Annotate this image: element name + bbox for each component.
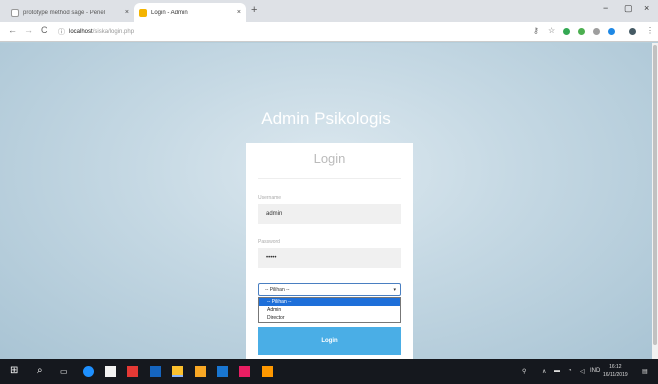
extension-circle-icon[interactable]	[578, 28, 585, 35]
browser-tab-prototype[interactable]: prototype method sage - Penel ×	[6, 3, 134, 22]
username-label: Username	[258, 195, 282, 201]
app-red-icon[interactable]	[127, 366, 138, 377]
role-options-list: -- Pilihan -- Admin Director	[258, 297, 401, 323]
page-scrollbar[interactable]	[652, 43, 658, 359]
extension-green-icon[interactable]	[563, 28, 570, 35]
forward-button[interactable]: →	[24, 25, 33, 35]
tab-close-icon[interactable]: ×	[125, 9, 129, 16]
url-host: localhost	[69, 29, 93, 35]
browser-tab-login[interactable]: Login - Admin ×	[134, 3, 246, 22]
extension-blue-icon[interactable]	[608, 28, 615, 35]
login-card-title: Login	[313, 151, 346, 166]
page-background: Admin Psikologis Login Username admin Pa…	[0, 43, 652, 359]
role-option-admin[interactable]: Admin	[259, 306, 400, 314]
login-button[interactable]: Login	[258, 327, 401, 355]
profile-avatar-icon[interactable]	[629, 28, 636, 35]
volume-icon[interactable]: ◁	[580, 368, 585, 375]
edge-browser-icon[interactable]	[83, 366, 94, 377]
people-icon[interactable]: ⚲	[522, 368, 526, 375]
card-divider	[258, 178, 401, 179]
address-bar[interactable]: ⓘ localhost /siska/login.php	[58, 25, 463, 39]
language-indicator[interactable]: IND	[590, 368, 600, 374]
new-tab-button[interactable]: +	[251, 4, 257, 16]
page-title: Admin Psikologis	[261, 109, 391, 128]
app-orange-icon[interactable]	[262, 366, 273, 377]
clock-date: 16/11/2019	[603, 372, 628, 378]
tab-title: prototype method sage - Penel	[23, 9, 106, 16]
task-view-icon[interactable]: ▭	[60, 367, 68, 376]
windows-start-icon[interactable]: ⊞	[10, 365, 18, 376]
username-field[interactable]: admin	[258, 204, 401, 224]
page-favicon-icon	[139, 8, 147, 17]
scrollbar-thumb[interactable]	[653, 45, 657, 345]
close-window-button[interactable]: ×	[644, 3, 649, 13]
role-option-director[interactable]: Director	[259, 314, 400, 322]
key-icon[interactable]: ⚷	[533, 26, 539, 35]
chrome-icon[interactable]	[172, 366, 183, 377]
reload-button[interactable]: C	[41, 25, 48, 35]
clock-time: 16:12	[609, 364, 622, 370]
tab-close-icon[interactable]: ×	[237, 9, 241, 16]
role-select-value: -- Pilihan --	[265, 286, 290, 293]
file-explorer-icon[interactable]	[195, 366, 206, 377]
tab-title: Login - Admin	[151, 9, 188, 16]
show-hidden-icons-icon[interactable]: ∧	[542, 368, 546, 375]
maximize-button[interactable]: ▢	[624, 3, 633, 14]
url-path: /siska/login.php	[92, 29, 135, 35]
site-info-icon[interactable]: ⓘ	[58, 27, 65, 37]
browser-toolbar: ← → C ⓘ localhost /siska/login.php ⚷ ☆ ⋮	[0, 22, 658, 42]
role-select[interactable]: -- Pilihan -- ▾	[258, 283, 401, 296]
role-option-placeholder[interactable]: -- Pilihan --	[259, 298, 400, 306]
password-label: Password	[258, 239, 280, 245]
extension-gray-icon[interactable]	[593, 28, 600, 35]
google-favicon-icon	[11, 8, 19, 17]
app-blue-icon[interactable]	[150, 366, 161, 377]
taskbar-clock[interactable]: 16:12 16/11/2019	[603, 363, 628, 379]
notifications-icon[interactable]: ▤	[642, 368, 648, 375]
login-card: Login Username admin Password ••••• -- P…	[246, 143, 413, 359]
chevron-down-icon: ▾	[393, 286, 396, 293]
browser-tab-bar: prototype method sage - Penel × Login - …	[0, 0, 658, 22]
windows-taskbar: ⊞ ⌕ ▭ ⚲ ∧ ▬ ◔ ◁ IND 16:12 16/11/2019 ▤	[0, 359, 658, 384]
star-icon[interactable]: ☆	[548, 26, 555, 35]
store-icon[interactable]	[105, 366, 116, 377]
app-pink-icon[interactable]	[239, 366, 250, 377]
app-word-icon[interactable]	[217, 366, 228, 377]
network-icon[interactable]: ◔	[568, 368, 572, 374]
password-field[interactable]: •••••	[258, 248, 401, 268]
battery-icon[interactable]: ▬	[554, 368, 560, 374]
back-button[interactable]: ←	[8, 25, 17, 35]
menu-kebab-icon[interactable]: ⋮	[646, 26, 654, 35]
search-icon[interactable]: ⌕	[37, 365, 43, 376]
minimize-button[interactable]: −	[603, 3, 608, 13]
